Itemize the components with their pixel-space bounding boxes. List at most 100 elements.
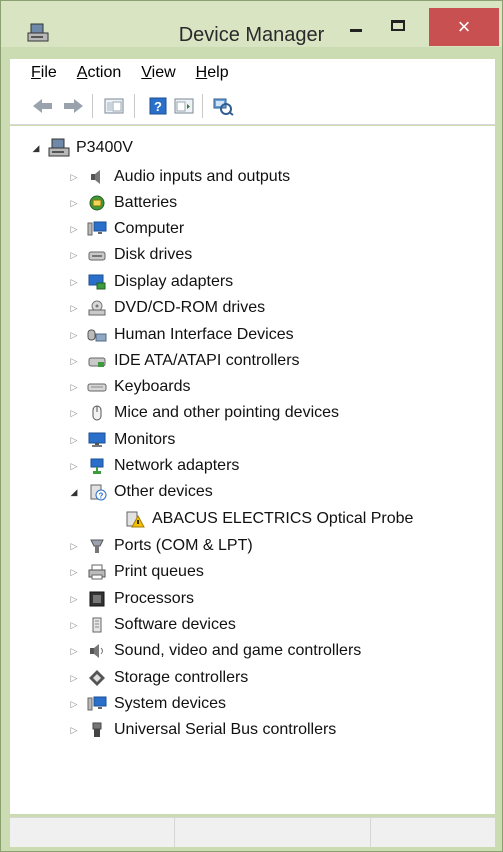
- help-button[interactable]: ?: [147, 95, 169, 117]
- tree-item-other-devices[interactable]: ◢ ? Other devices: [68, 479, 213, 505]
- tree-item-mice[interactable]: ▷ Mice and other pointing devices: [68, 400, 340, 426]
- expand-arrow-icon[interactable]: ▷: [68, 566, 80, 578]
- tree-item-print-queues[interactable]: ▷ Print queues: [68, 559, 204, 585]
- hid-icon: [86, 325, 108, 345]
- expand-arrow-icon[interactable]: ▷: [68, 223, 80, 235]
- collapse-arrow-icon[interactable]: ◢: [68, 486, 80, 498]
- device-tree[interactable]: ◢ P3400V ▷ Audio inputs and outputs ▷ Ba…: [10, 126, 495, 814]
- close-button[interactable]: ×: [429, 8, 499, 46]
- monitor-icon: [86, 430, 108, 450]
- expand-arrow-icon[interactable]: ▷: [68, 724, 80, 736]
- show-hide-console-tree-icon: [104, 98, 124, 114]
- tree-item-hid[interactable]: ▷ Human Interface Devices: [68, 322, 294, 348]
- menu-view[interactable]: View: [140, 62, 176, 84]
- mouse-icon: [86, 403, 108, 423]
- tree-item-computer[interactable]: ▷ Computer: [68, 216, 185, 242]
- expand-arrow-icon[interactable]: ▷: [68, 276, 80, 288]
- tree-item-label: Storage controllers: [114, 669, 249, 686]
- expand-arrow-icon[interactable]: ▷: [68, 381, 80, 393]
- tree-item-usb-controllers[interactable]: ▷ Universal Serial Bus controllers: [68, 717, 337, 743]
- expand-arrow-icon[interactable]: ▷: [68, 329, 80, 341]
- expand-arrow-icon[interactable]: ▷: [68, 460, 80, 472]
- title-bar[interactable]: Device Manager ×: [1, 1, 502, 47]
- menu-bar: File Action View Help: [10, 59, 495, 87]
- scan-hardware-changes-button[interactable]: [212, 95, 234, 117]
- tree-item-label: Computer: [114, 220, 185, 237]
- toolbar-separator: [92, 94, 93, 118]
- tree-item-software-devices[interactable]: ▷ Software devices: [68, 612, 236, 638]
- tree-item-system-devices[interactable]: ▷ System devices: [68, 691, 227, 717]
- close-icon: ×: [457, 14, 471, 39]
- tree-item-label: Mice and other pointing devices: [114, 404, 340, 421]
- tree-item-label: IDE ATA/ATAPI controllers: [114, 352, 300, 369]
- computer-root-icon: [48, 138, 70, 158]
- menu-action[interactable]: Action: [76, 62, 122, 84]
- status-bar: [10, 817, 495, 847]
- sound-icon: [86, 641, 108, 661]
- tree-item-ide-controllers[interactable]: ▷ IDE ATA/ATAPI controllers: [68, 348, 300, 374]
- network-adapter-icon: [86, 456, 108, 476]
- status-bar-section: [175, 818, 371, 847]
- toolbar: ?: [10, 87, 495, 125]
- maximize-button[interactable]: [381, 8, 415, 42]
- minimize-icon: [350, 28, 362, 32]
- system-device-icon: [86, 694, 108, 714]
- tree-item-monitors[interactable]: ▷ Monitors: [68, 427, 176, 453]
- disk-drive-icon: [86, 245, 108, 265]
- expand-arrow-icon[interactable]: ▷: [68, 171, 80, 183]
- tree-item-label: Sound, video and game controllers: [114, 642, 362, 659]
- back-button[interactable]: [32, 95, 54, 117]
- tree-item-label: Audio inputs and outputs: [114, 168, 291, 185]
- expand-arrow-icon[interactable]: ▷: [68, 434, 80, 446]
- tree-item-label: Software devices: [114, 616, 236, 633]
- help-icon: ?: [149, 97, 167, 115]
- forward-button[interactable]: [62, 95, 84, 117]
- expand-arrow-icon[interactable]: ▷: [68, 197, 80, 209]
- tree-item-disk-drives[interactable]: ▷ Disk drives: [68, 242, 193, 268]
- menu-file[interactable]: File: [30, 62, 58, 84]
- tree-item-label: Other devices: [114, 483, 213, 500]
- tree-item-label: DVD/CD-ROM drives: [114, 299, 266, 316]
- forward-arrow-icon: [64, 99, 83, 113]
- expand-arrow-icon[interactable]: ▷: [68, 540, 80, 552]
- maximize-icon: [391, 19, 405, 31]
- expand-arrow-icon[interactable]: ▷: [68, 619, 80, 631]
- properties-icon: [174, 98, 194, 114]
- tree-item-storage-controllers[interactable]: ▷ Storage controllers: [68, 665, 248, 691]
- expand-arrow-icon[interactable]: ▷: [68, 593, 80, 605]
- expand-arrow-icon[interactable]: ▷: [68, 249, 80, 261]
- tree-root-p3400v[interactable]: ◢ P3400V: [30, 135, 133, 161]
- device-manager-app-icon[interactable]: [27, 23, 49, 43]
- processor-icon: [86, 589, 108, 609]
- tree-item-abacus-optical-probe[interactable]: ABACUS ELECTRICS Optical Probe: [118, 506, 413, 532]
- toolbar-separator: [134, 94, 135, 118]
- tree-item-ports[interactable]: ▷ Ports (COM & LPT): [68, 533, 253, 559]
- minimize-button[interactable]: [339, 8, 373, 42]
- svg-text:?: ?: [154, 99, 162, 114]
- tree-item-label: Human Interface Devices: [114, 326, 294, 343]
- tree-item-keyboards[interactable]: ▷ Keyboards: [68, 374, 191, 400]
- collapse-arrow-icon[interactable]: ◢: [30, 142, 42, 154]
- expand-arrow-icon[interactable]: ▷: [68, 355, 80, 367]
- tree-item-dvd-drives[interactable]: ▷ DVD/CD-ROM drives: [68, 295, 266, 321]
- dvd-drive-icon: [86, 298, 108, 318]
- tree-item-label: Display adapters: [114, 273, 234, 290]
- menu-help[interactable]: Help: [195, 62, 230, 84]
- tree-item-label: Disk drives: [114, 246, 193, 263]
- tree-item-display-adapters[interactable]: ▷ Display adapters: [68, 269, 234, 295]
- properties-button[interactable]: [173, 95, 195, 117]
- tree-item-audio[interactable]: ▷ Audio inputs and outputs: [68, 164, 291, 190]
- expand-arrow-icon[interactable]: ▷: [68, 645, 80, 657]
- expand-arrow-icon[interactable]: ▷: [68, 698, 80, 710]
- unknown-device-icon: ?: [86, 482, 108, 502]
- tree-item-network-adapters[interactable]: ▷ Network adapters: [68, 453, 239, 479]
- tree-item-processors[interactable]: ▷ Processors: [68, 586, 195, 612]
- tree-item-batteries[interactable]: ▷ Batteries: [68, 190, 178, 216]
- tree-item-sound-video-game[interactable]: ▷ Sound, video and game controllers: [68, 638, 362, 664]
- expand-arrow-icon[interactable]: ▷: [68, 407, 80, 419]
- show-hide-console-tree-button[interactable]: [103, 95, 125, 117]
- tree-item-label: Print queues: [114, 563, 204, 580]
- expand-arrow-icon[interactable]: ▷: [68, 302, 80, 314]
- tree-root-label: P3400V: [76, 139, 133, 156]
- expand-arrow-icon[interactable]: ▷: [68, 672, 80, 684]
